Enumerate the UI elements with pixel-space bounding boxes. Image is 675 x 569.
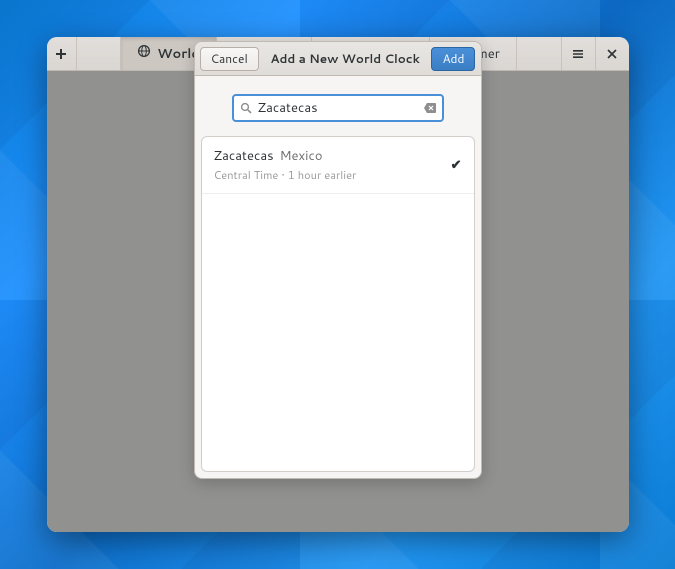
headerbar-right xyxy=(561,37,629,70)
close-button[interactable] xyxy=(595,37,629,70)
add-button[interactable]: Add xyxy=(431,47,475,71)
result-country: Mexico xyxy=(280,147,323,165)
result-detail: Central Time • 1 hour earlier xyxy=(214,167,357,183)
result-city: Zacatecas xyxy=(214,147,274,165)
close-icon xyxy=(606,48,618,60)
dialog-header: Cancel Add a New World Clock Add xyxy=(195,42,481,76)
clear-search-button[interactable] xyxy=(418,102,442,114)
globe-icon xyxy=(137,44,151,63)
plus-icon xyxy=(54,47,68,61)
result-text: Zacatecas Mexico Central Time • 1 hour ea… xyxy=(214,147,357,183)
app-window: World Alarms Stopwatch Timer xyxy=(47,37,629,532)
search-results: Zacatecas Mexico Central Time • 1 hour ea… xyxy=(201,136,475,472)
content-area: Cancel Add a New World Clock Add xyxy=(47,71,629,532)
search-field-wrap xyxy=(232,94,444,122)
menu-button[interactable] xyxy=(561,37,595,70)
search-icon xyxy=(234,102,258,114)
result-primary: Zacatecas Mexico xyxy=(214,147,357,165)
city-search-input[interactable] xyxy=(258,99,418,117)
dialog-body xyxy=(195,76,481,136)
cancel-button[interactable]: Cancel xyxy=(200,47,259,71)
selected-check-icon: ✔ xyxy=(451,156,462,174)
add-world-clock-dialog: Cancel Add a New World Clock Add xyxy=(194,41,482,479)
backspace-icon xyxy=(423,102,437,114)
dialog-title: Add a New World Clock xyxy=(270,50,420,67)
result-row[interactable]: Zacatecas Mexico Central Time • 1 hour ea… xyxy=(202,137,474,194)
hamburger-icon xyxy=(571,47,585,61)
new-button[interactable] xyxy=(47,37,77,70)
